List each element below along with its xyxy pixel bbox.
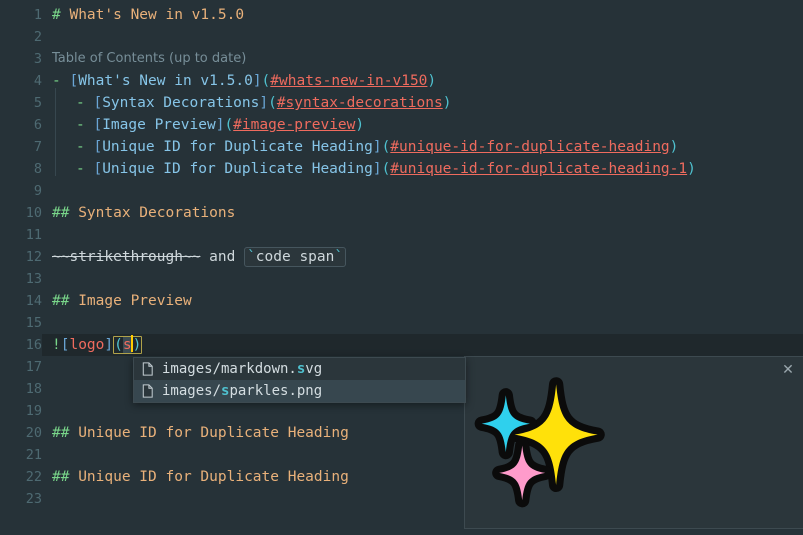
- code-line-7[interactable]: - [Unique ID for Duplicate Heading](#uni…: [0, 158, 803, 180]
- link-anchor[interactable]: #syntax-decorations: [277, 95, 443, 111]
- autocomplete-suggest-widget[interactable]: images/markdown.svgimages/sparkles.png: [133, 357, 466, 403]
- link-lparen: (: [262, 73, 271, 89]
- heading-text: Unique ID for Duplicate Heading: [78, 425, 349, 441]
- code-line-4[interactable]: - [Syntax Decorations](#syntax-decoratio…: [0, 92, 803, 114]
- close-icon[interactable]: ✕: [780, 362, 796, 378]
- list-bullet: -: [76, 95, 85, 111]
- link-lparen: (: [224, 117, 233, 133]
- link-lparen: (: [382, 161, 391, 177]
- backtick-close: `: [334, 249, 343, 265]
- image-rparen: ): [133, 337, 142, 353]
- plain-text: and: [200, 249, 244, 265]
- image-alt-text[interactable]: logo: [69, 337, 104, 353]
- list-bullet: -: [76, 161, 85, 177]
- link-text[interactable]: Unique ID for Duplicate Heading: [102, 161, 373, 177]
- code-line-11[interactable]: ~~strikethrough~~ and `code span`: [0, 246, 803, 268]
- link-close-bracket: ]: [253, 73, 262, 89]
- link-anchor[interactable]: #whats-new-in-v150: [270, 73, 427, 89]
- link-anchor[interactable]: #unique-id-for-duplicate-heading: [390, 139, 669, 155]
- heading-marker: ##: [52, 425, 69, 441]
- sparkles-image: [473, 369, 613, 509]
- autocomplete-item-label: images/markdown.svg: [162, 358, 322, 380]
- link-rparen: ): [355, 117, 364, 133]
- file-icon: [140, 383, 155, 399]
- link-open-bracket: [: [93, 139, 102, 155]
- list-bullet: -: [76, 117, 85, 133]
- link-lparen: (: [268, 95, 277, 111]
- heading-marker: ##: [52, 205, 69, 221]
- list-bullet: -: [76, 139, 85, 155]
- image-lparen: (: [114, 337, 123, 353]
- link-anchor[interactable]: #unique-id-for-duplicate-heading-1: [390, 161, 687, 177]
- link-text[interactable]: Syntax Decorations: [102, 95, 259, 111]
- heading-text: Image Preview: [78, 293, 192, 309]
- heading-marker: ##: [52, 469, 69, 485]
- link-close-bracket: ]: [373, 161, 382, 177]
- backtick-open: `: [247, 249, 256, 265]
- code-span-text: code span: [256, 249, 335, 265]
- heading-text: Unique ID for Duplicate Heading: [78, 469, 349, 485]
- code-line-6[interactable]: - [Unique ID for Duplicate Heading](#uni…: [0, 136, 803, 158]
- link-anchor[interactable]: #image-preview: [233, 117, 355, 133]
- markdown-editor[interactable]: 1234567891011121314151617181920212223 # …: [0, 0, 803, 535]
- link-rparen: ): [443, 95, 452, 111]
- code-line-3[interactable]: - [What's New in v1.5.0](#whats-new-in-v…: [0, 70, 803, 92]
- autocomplete-item[interactable]: images/markdown.svg: [134, 358, 465, 380]
- code-line-13[interactable]: ## Image Preview: [0, 290, 803, 312]
- code-line-15[interactable]: ![logo](s): [0, 334, 803, 356]
- image-bang: !: [52, 337, 61, 353]
- image-preview-panel[interactable]: ✕: [464, 356, 803, 529]
- link-close-bracket: ]: [259, 95, 268, 111]
- link-text[interactable]: What's New in v1.5.0: [78, 73, 253, 89]
- strikethrough-text: ~~strikethrough~~: [52, 249, 200, 265]
- link-rparen: ): [687, 161, 696, 177]
- heading-text: Syntax Decorations: [78, 205, 235, 221]
- heading-marker: ##: [52, 293, 69, 309]
- link-text[interactable]: Unique ID for Duplicate Heading: [102, 139, 373, 155]
- link-open-bracket: [: [93, 161, 102, 177]
- code-line-1[interactable]: # What's New in v1.5.0: [0, 4, 803, 26]
- code-line-5[interactable]: - [Image Preview](#image-preview): [0, 114, 803, 136]
- link-open-bracket: [: [93, 117, 102, 133]
- autocomplete-item[interactable]: images/sparkles.png: [134, 380, 465, 402]
- link-rparen: ): [427, 73, 436, 89]
- image-close-bracket: ]: [104, 337, 113, 353]
- link-open-bracket: [: [93, 95, 102, 111]
- list-bullet: -: [52, 73, 61, 89]
- link-rparen: ): [670, 139, 679, 155]
- link-close-bracket: ]: [373, 139, 382, 155]
- autocomplete-item-label: images/sparkles.png: [162, 380, 322, 402]
- link-lparen: (: [382, 139, 391, 155]
- file-icon: [140, 361, 155, 377]
- heading-text: What's New in v1.5.0: [69, 7, 244, 23]
- code-line-9[interactable]: ## Syntax Decorations: [0, 202, 803, 224]
- bracket-match-box: (s): [113, 336, 142, 354]
- code-span: `code span`: [244, 247, 346, 267]
- link-open-bracket: [: [69, 73, 78, 89]
- codelens-table-of-contents[interactable]: Table of Contents (up to date): [52, 48, 246, 70]
- link-text[interactable]: Image Preview: [102, 117, 216, 133]
- heading-marker: #: [52, 7, 61, 23]
